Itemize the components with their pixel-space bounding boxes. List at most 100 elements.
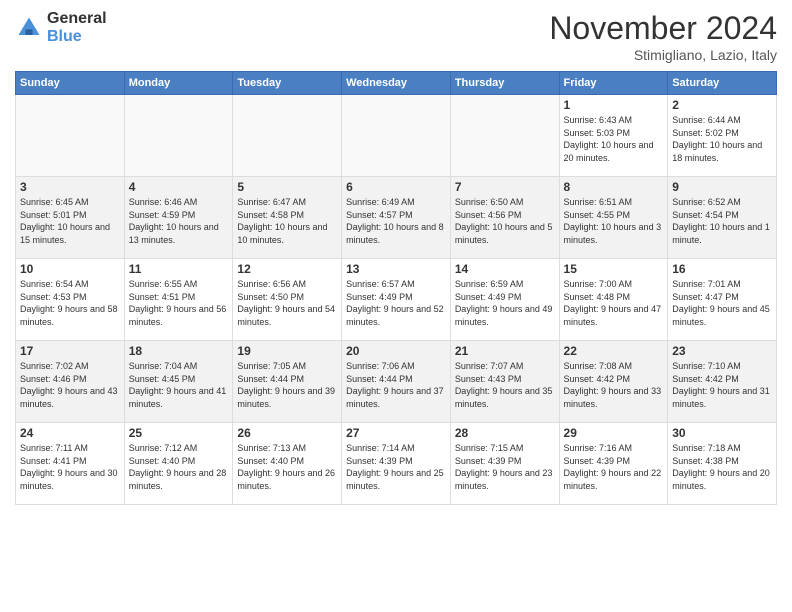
day-number: 18 <box>129 344 229 358</box>
calendar-cell: 3 Sunrise: 6:45 AMSunset: 5:01 PMDaylight… <box>16 177 125 259</box>
day-info: Sunrise: 7:05 AMSunset: 4:44 PMDaylight:… <box>237 360 337 410</box>
day-info: Sunrise: 7:16 AMSunset: 4:39 PMDaylight:… <box>564 442 664 492</box>
col-tuesday: Tuesday <box>233 72 342 95</box>
logo-general-text: General <box>47 10 107 28</box>
day-number: 9 <box>672 180 772 194</box>
col-monday: Monday <box>124 72 233 95</box>
header-row: Sunday Monday Tuesday Wednesday Thursday… <box>16 72 777 95</box>
calendar-week-row: 10 Sunrise: 6:54 AMSunset: 4:53 PMDayligh… <box>16 259 777 341</box>
calendar-cell: 5Sunrise: 6:47 AMSunset: 4:58 PMDaylight… <box>233 177 342 259</box>
day-number: 26 <box>237 426 337 440</box>
calendar-cell: 9 Sunrise: 6:52 AMSunset: 4:54 PMDaylight… <box>668 177 777 259</box>
calendar-week-row: 1Sunrise: 6:43 AMSunset: 5:03 PMDaylight… <box>16 95 777 177</box>
title-section: November 2024 Stimigliano, Lazio, Italy <box>549 10 777 63</box>
logo-icon <box>15 14 43 42</box>
day-number: 2 <box>672 98 772 112</box>
day-info: Sunrise: 7:01 AMSunset: 4:47 PMDaylight:… <box>672 278 772 328</box>
calendar-cell: 6 Sunrise: 6:49 AMSunset: 4:57 PMDaylight… <box>342 177 451 259</box>
page-container: General Blue November 2024 Stimigliano, … <box>0 0 792 612</box>
calendar-cell: 23 Sunrise: 7:10 AMSunset: 4:42 PMDayligh… <box>668 341 777 423</box>
day-info: Sunrise: 6:46 AMSunset: 4:59 PMDaylight:… <box>129 196 229 246</box>
day-info: Sunrise: 7:15 AMSunset: 4:39 PMDaylight:… <box>455 442 555 492</box>
day-number: 14 <box>455 262 555 276</box>
calendar-week-row: 3 Sunrise: 6:45 AMSunset: 5:01 PMDaylight… <box>16 177 777 259</box>
day-info: Sunrise: 7:11 AMSunset: 4:41 PMDaylight:… <box>20 442 120 492</box>
calendar-cell: 10 Sunrise: 6:54 AMSunset: 4:53 PMDayligh… <box>16 259 125 341</box>
day-number: 30 <box>672 426 772 440</box>
day-number: 19 <box>237 344 337 358</box>
calendar-cell: 22Sunrise: 7:08 AMSunset: 4:42 PMDayligh… <box>559 341 668 423</box>
calendar-cell: 18 Sunrise: 7:04 AMSunset: 4:45 PMDayligh… <box>124 341 233 423</box>
calendar-cell <box>342 95 451 177</box>
day-info: Sunrise: 6:44 AMSunset: 5:02 PMDaylight:… <box>672 114 772 164</box>
day-number: 12 <box>237 262 337 276</box>
day-number: 7 <box>455 180 555 194</box>
calendar-cell: 13Sunrise: 6:57 AMSunset: 4:49 PMDayligh… <box>342 259 451 341</box>
day-number: 1 <box>564 98 664 112</box>
day-info: Sunrise: 6:56 AMSunset: 4:50 PMDaylight:… <box>237 278 337 328</box>
calendar-week-row: 24Sunrise: 7:11 AMSunset: 4:41 PMDayligh… <box>16 423 777 505</box>
header: General Blue November 2024 Stimigliano, … <box>15 10 777 63</box>
day-info: Sunrise: 6:50 AMSunset: 4:56 PMDaylight:… <box>455 196 555 246</box>
calendar-cell: 17 Sunrise: 7:02 AMSunset: 4:46 PMDayligh… <box>16 341 125 423</box>
calendar-cell: 15 Sunrise: 7:00 AMSunset: 4:48 PMDayligh… <box>559 259 668 341</box>
col-friday: Friday <box>559 72 668 95</box>
logo-blue-text: Blue <box>47 28 107 46</box>
day-number: 10 <box>20 262 120 276</box>
calendar-cell: 19 Sunrise: 7:05 AMSunset: 4:44 PMDayligh… <box>233 341 342 423</box>
calendar-cell <box>450 95 559 177</box>
calendar-cell <box>124 95 233 177</box>
day-number: 22 <box>564 344 664 358</box>
day-info: Sunrise: 7:00 AMSunset: 4:48 PMDaylight:… <box>564 278 664 328</box>
day-info: Sunrise: 7:02 AMSunset: 4:46 PMDaylight:… <box>20 360 120 410</box>
day-info: Sunrise: 6:52 AMSunset: 4:54 PMDaylight:… <box>672 196 772 246</box>
day-info: Sunrise: 7:14 AMSunset: 4:39 PMDaylight:… <box>346 442 446 492</box>
day-number: 13 <box>346 262 446 276</box>
month-title: November 2024 <box>549 10 777 47</box>
calendar-cell: 2 Sunrise: 6:44 AMSunset: 5:02 PMDaylight… <box>668 95 777 177</box>
day-number: 6 <box>346 180 446 194</box>
calendar-cell <box>16 95 125 177</box>
calendar: Sunday Monday Tuesday Wednesday Thursday… <box>15 71 777 505</box>
calendar-cell: 1Sunrise: 6:43 AMSunset: 5:03 PMDaylight… <box>559 95 668 177</box>
col-sunday: Sunday <box>16 72 125 95</box>
day-info: Sunrise: 7:12 AMSunset: 4:40 PMDaylight:… <box>129 442 229 492</box>
calendar-cell: 7 Sunrise: 6:50 AMSunset: 4:56 PMDaylight… <box>450 177 559 259</box>
calendar-cell: 24Sunrise: 7:11 AMSunset: 4:41 PMDayligh… <box>16 423 125 505</box>
calendar-cell: 4 Sunrise: 6:46 AMSunset: 4:59 PMDaylight… <box>124 177 233 259</box>
col-thursday: Thursday <box>450 72 559 95</box>
calendar-cell: 8 Sunrise: 6:51 AMSunset: 4:55 PMDaylight… <box>559 177 668 259</box>
calendar-week-row: 17 Sunrise: 7:02 AMSunset: 4:46 PMDayligh… <box>16 341 777 423</box>
day-number: 15 <box>564 262 664 276</box>
day-number: 17 <box>20 344 120 358</box>
day-info: Sunrise: 6:54 AMSunset: 4:53 PMDaylight:… <box>20 278 120 328</box>
day-info: Sunrise: 6:49 AMSunset: 4:57 PMDaylight:… <box>346 196 446 246</box>
calendar-cell: 28 Sunrise: 7:15 AMSunset: 4:39 PMDayligh… <box>450 423 559 505</box>
day-number: 3 <box>20 180 120 194</box>
day-number: 8 <box>564 180 664 194</box>
day-number: 20 <box>346 344 446 358</box>
col-saturday: Saturday <box>668 72 777 95</box>
col-wednesday: Wednesday <box>342 72 451 95</box>
logo: General Blue <box>15 10 107 46</box>
day-number: 25 <box>129 426 229 440</box>
calendar-cell: 14 Sunrise: 6:59 AMSunset: 4:49 PMDayligh… <box>450 259 559 341</box>
day-info: Sunrise: 6:51 AMSunset: 4:55 PMDaylight:… <box>564 196 664 246</box>
calendar-cell: 21Sunrise: 7:07 AMSunset: 4:43 PMDayligh… <box>450 341 559 423</box>
day-info: Sunrise: 6:45 AMSunset: 5:01 PMDaylight:… <box>20 196 120 246</box>
day-info: Sunrise: 6:59 AMSunset: 4:49 PMDaylight:… <box>455 278 555 328</box>
day-number: 21 <box>455 344 555 358</box>
day-info: Sunrise: 6:55 AMSunset: 4:51 PMDaylight:… <box>129 278 229 328</box>
day-number: 4 <box>129 180 229 194</box>
location: Stimigliano, Lazio, Italy <box>549 47 777 63</box>
day-number: 28 <box>455 426 555 440</box>
calendar-cell: 12 Sunrise: 6:56 AMSunset: 4:50 PMDayligh… <box>233 259 342 341</box>
day-info: Sunrise: 7:04 AMSunset: 4:45 PMDaylight:… <box>129 360 229 410</box>
day-info: Sunrise: 7:10 AMSunset: 4:42 PMDaylight:… <box>672 360 772 410</box>
day-number: 29 <box>564 426 664 440</box>
calendar-cell: 20Sunrise: 7:06 AMSunset: 4:44 PMDayligh… <box>342 341 451 423</box>
day-number: 27 <box>346 426 446 440</box>
calendar-cell: 27 Sunrise: 7:14 AMSunset: 4:39 PMDayligh… <box>342 423 451 505</box>
day-number: 23 <box>672 344 772 358</box>
calendar-cell: 29 Sunrise: 7:16 AMSunset: 4:39 PMDayligh… <box>559 423 668 505</box>
